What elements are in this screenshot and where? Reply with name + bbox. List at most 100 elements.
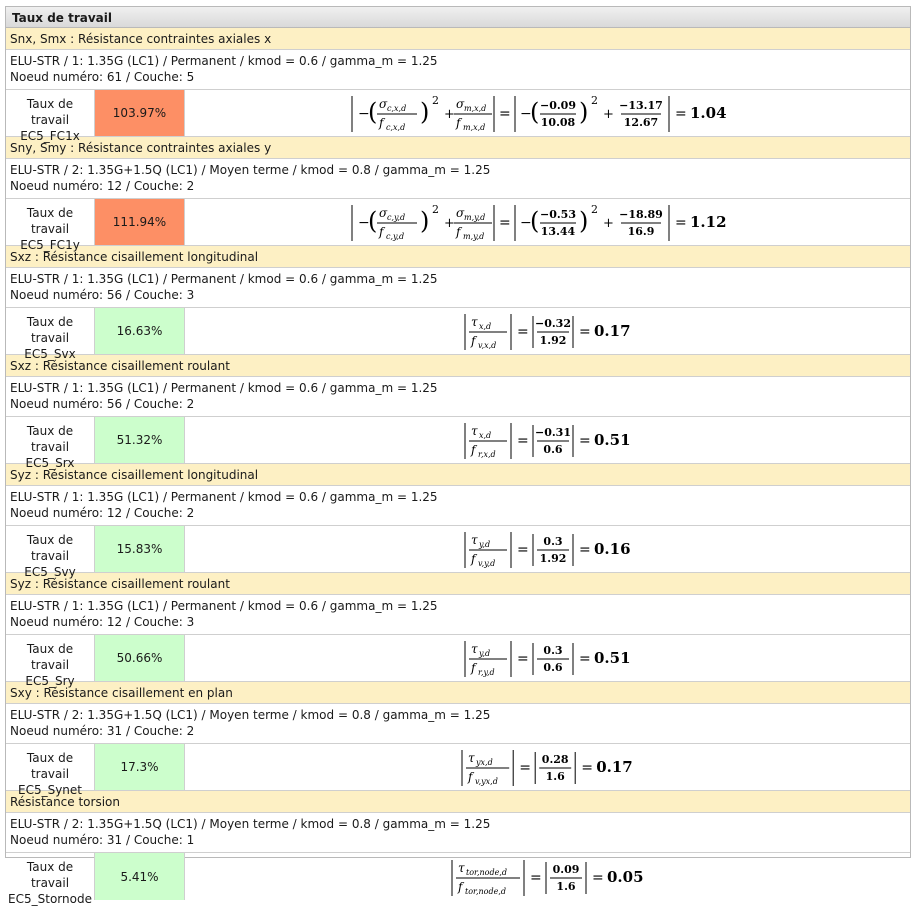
check-label-title: Taux de travail: [26, 315, 74, 345]
check-code: EC5_Stornode: [8, 892, 92, 906]
work-rate-cell: 15.83%: [95, 526, 185, 572]
denominator-subscript: r,x,d: [478, 450, 496, 459]
load-combination: ELU-STR / 1: 1.35G (LC1) / Permanent / k…: [10, 272, 438, 286]
load-case-info: ELU-STR / 1: 1.35G (LC1) / Permanent / k…: [6, 486, 910, 526]
denominator-symbol: f: [470, 661, 478, 675]
result-value: 0.17: [594, 322, 631, 340]
load-combination: ELU-STR / 1: 1.35G (LC1) / Permanent / k…: [10, 381, 438, 395]
denominator-value: 1.6: [546, 770, 565, 783]
denominator-value: 0.6: [543, 661, 562, 674]
check-label: Taux de travail EC5_Synet: [6, 744, 95, 797]
numerator-symbol: τ: [458, 861, 465, 875]
formula-graphic: τ yx,df v,yx,d=0.281.6= 0.17: [461, 750, 634, 786]
work-rate-value: 5.41%: [120, 869, 159, 884]
equals-sign: =: [499, 215, 511, 231]
check-row: Taux de travail EC5_Sry 50.66% τ y,d f r,y,d = 0…: [6, 635, 910, 688]
denominator-symbol: f: [467, 770, 475, 784]
check-label-title: Taux de travail: [26, 533, 74, 563]
check-row: Taux de travail EC5_Svy 15.83% τ y,d f v,y,d = 0…: [6, 526, 910, 579]
work-rate-value: 17.3%: [120, 760, 159, 774]
denominator-symbol: f: [455, 225, 463, 239]
numerator-value: −0.31: [535, 426, 571, 439]
section-title: Sny, Smy : Résistance contraintes axiale…: [6, 137, 910, 159]
numerator-subscript: m,x,d: [464, 104, 486, 113]
formula-cell: τ y,d f v,y,d = 0.3 1.92 = 0.16: [185, 526, 910, 572]
check-label: Taux de travail EC5_FC1y: [6, 199, 95, 252]
denominator-value: 13.44: [540, 225, 575, 238]
exponent: 2: [591, 94, 598, 107]
work-rate-cell: 50.66%: [95, 635, 185, 681]
load-combination: ELU-STR / 2: 1.35G+1.5Q (LC1) / Moyen te…: [10, 163, 491, 177]
numerator-value: −0.53: [539, 208, 575, 221]
close-paren: ): [579, 207, 588, 235]
denominator-subscript: m,y,d: [463, 232, 484, 241]
denominator-subscript: v,y,d: [478, 559, 495, 568]
check-row: Taux de travail EC5_Svx 16.63% τ x,d f v,x,d = −…: [6, 308, 910, 361]
load-combination: ELU-STR / 2: 1.35G+1.5Q (LC1) / Moyen te…: [10, 817, 491, 831]
work-rate-value: 15.83%: [116, 542, 163, 556]
denominator-subscript: c,y,d: [386, 232, 404, 241]
check-label-title: Taux de travail: [26, 97, 74, 127]
check-label: Taux de travail EC5_Srx: [6, 417, 95, 470]
load-case-info: ELU-STR / 1: 1.35G (LC1) / Permanent / k…: [6, 595, 910, 635]
check-label: Taux de travail EC5_Svx: [6, 308, 95, 361]
denominator-subscript: tor,node,d: [465, 887, 506, 896]
section-title: Syz : Résistance cisaillement longitudin…: [6, 464, 910, 486]
denominator-value: 16.9: [627, 225, 654, 238]
result-value: 0.51: [594, 431, 631, 449]
load-combination: ELU-STR / 1: 1.35G (LC1) / Permanent / k…: [10, 599, 438, 613]
close-paren: ): [579, 98, 588, 126]
load-case-info: ELU-STR / 1: 1.35G (LC1) / Permanent / k…: [6, 50, 910, 90]
close-paren: ): [420, 98, 429, 126]
formula-graphic: τ y,df v,y,d=0.31.92= 0.16: [464, 532, 631, 568]
node-layer: Noeud numéro: 12 / Couche: 2: [10, 506, 195, 520]
numerator-subscript: y,d: [478, 540, 490, 549]
load-case-info: ELU-STR / 2: 1.35G+1.5Q (LC1) / Moyen te…: [6, 159, 910, 199]
denominator-symbol: f: [455, 116, 463, 130]
equals-sign: =: [499, 106, 511, 122]
formula-graphic: τ x,df r,x,d=−0.310.6= 0.51: [464, 423, 631, 459]
load-combination: ELU-STR / 1: 1.35G (LC1) / Permanent / k…: [10, 490, 438, 504]
check-label-title: Taux de travail: [26, 206, 74, 236]
check-label-title: Taux de travail: [26, 642, 74, 672]
result-value: 0.17: [597, 758, 634, 776]
equals-sign: =: [592, 870, 604, 886]
check-label: Taux de travail EC5_Stornode: [6, 853, 95, 906]
equals-sign: =: [517, 324, 529, 340]
numerator-subscript: tor,node,d: [466, 868, 507, 877]
formula-graphic: τ y,df r,y,d=0.30.6= 0.51: [464, 641, 631, 677]
work-rate-value: 16.63%: [116, 324, 163, 338]
denominator-symbol: f: [457, 880, 465, 894]
denominator-symbol: f: [378, 116, 386, 130]
load-case-info: ELU-STR / 1: 1.35G (LC1) / Permanent / k…: [6, 377, 910, 417]
node-layer: Noeud numéro: 12 / Couche: 3: [10, 615, 195, 629]
equals-sign: =: [530, 870, 542, 886]
result-value: 0.16: [594, 540, 631, 558]
denominator-subscript: v,yx,d: [475, 777, 498, 786]
plus-sign: +: [603, 107, 614, 122]
formula-graphic: −(σ c,y,df c,y,d) 2+σ m,y,df m,y,d= −(−0.5313.…: [351, 203, 726, 241]
numerator-subscript: c,x,d: [387, 104, 406, 113]
equals-sign: =: [517, 433, 529, 449]
work-rate-value: 50.66%: [116, 651, 163, 665]
numerator-subscript: c,y,d: [387, 213, 405, 222]
equals-sign: =: [520, 760, 532, 776]
node-layer: Noeud numéro: 31 / Couche: 2: [10, 724, 195, 738]
formula-graphic: −(σ c,x,df c,x,d) 2+σ m,x,df m,x,d= −(−0.0910.…: [351, 94, 726, 132]
numerator-subscript: m,y,d: [464, 213, 485, 222]
check-row: Taux de travail EC5_FC1y 111.94% −(σ c,y,d f c…: [6, 199, 910, 252]
denominator-value: 1.92: [540, 552, 567, 565]
check-label: Taux de travail EC5_Svy: [6, 526, 95, 579]
plus-sign: +: [603, 216, 614, 231]
denominator-symbol: f: [470, 552, 478, 566]
node-layer: Noeud numéro: 31 / Couche: 1: [10, 833, 195, 847]
equals-sign: =: [579, 651, 591, 667]
load-case-info: ELU-STR / 1: 1.35G (LC1) / Permanent / k…: [6, 268, 910, 308]
exponent: 2: [432, 94, 439, 107]
work-rate-cell: 111.94%: [95, 199, 185, 245]
equals-sign: =: [579, 542, 591, 558]
denominator-value: 1.92: [540, 334, 567, 347]
results-list: Snx, Smx : Résistance contraintes axiale…: [6, 28, 910, 906]
open-paren: (: [530, 98, 539, 126]
denominator-subscript: v,x,d: [478, 341, 496, 350]
